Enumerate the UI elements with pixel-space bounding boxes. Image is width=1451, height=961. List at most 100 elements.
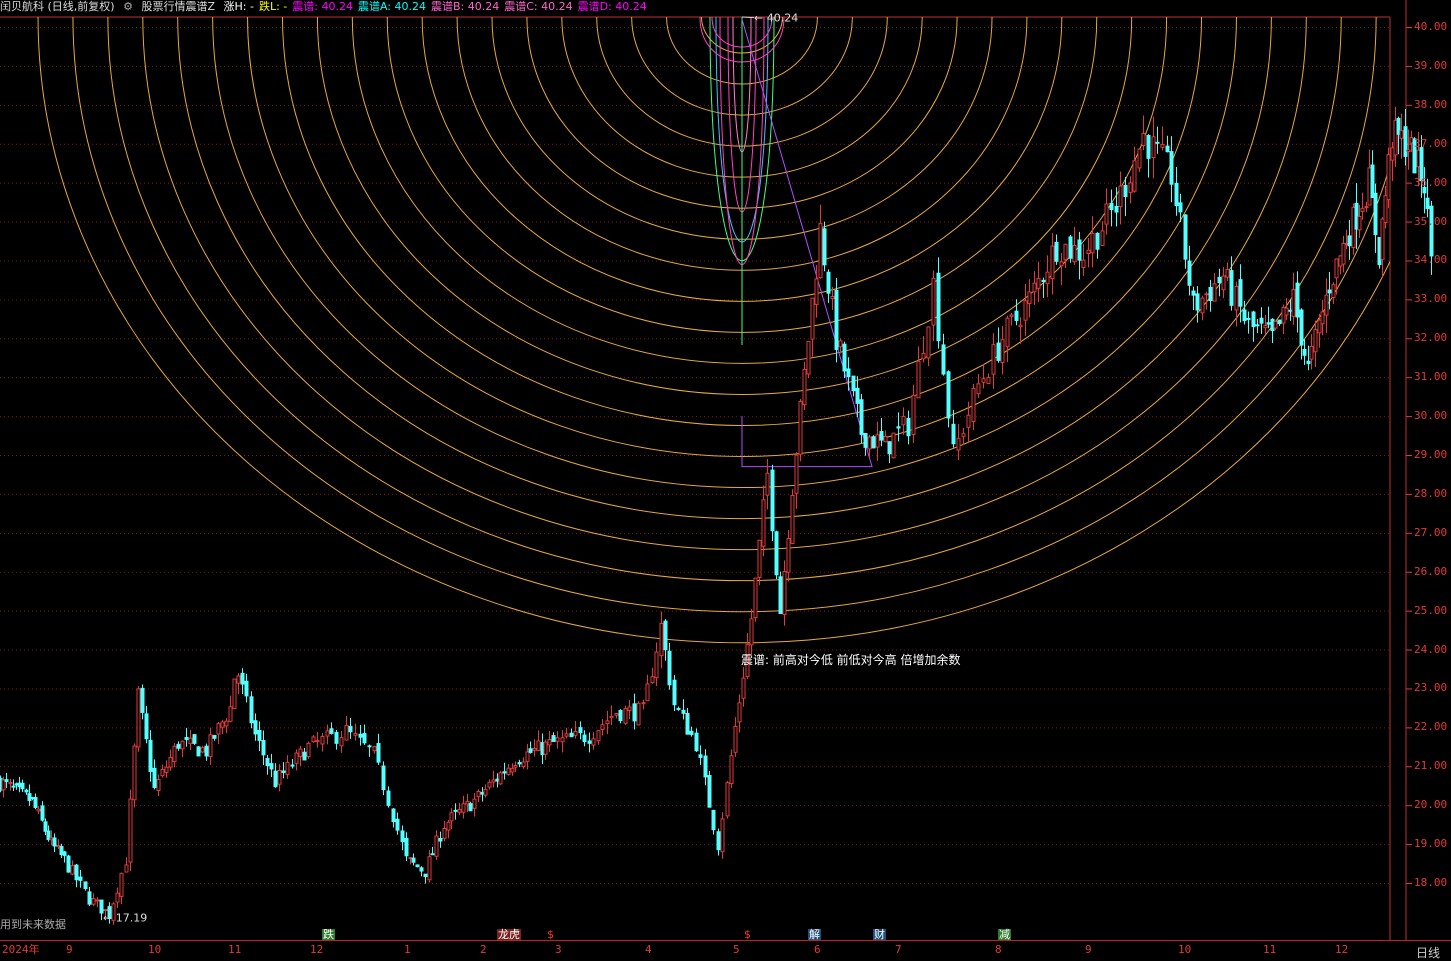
- candle-body: [244, 680, 249, 697]
- candle-body: [1277, 319, 1282, 325]
- candle-body: [1357, 215, 1362, 231]
- candle-body: [1174, 182, 1179, 207]
- candle-body: [564, 733, 569, 737]
- candle-body: [483, 788, 488, 796]
- period-label[interactable]: 日线: [1416, 944, 1440, 961]
- candle-body: [446, 821, 451, 831]
- candle-body: [1032, 282, 1037, 293]
- candle-body: [391, 808, 396, 823]
- candle-body: [43, 821, 48, 832]
- candle-body: [632, 703, 637, 722]
- candle-body: [672, 679, 677, 706]
- candle-body: [822, 228, 827, 266]
- candle-body: [1266, 322, 1271, 325]
- candle-body: [232, 678, 237, 710]
- candle-body: [1090, 233, 1095, 254]
- candle-body: [936, 272, 941, 342]
- candle-body: [1151, 136, 1156, 159]
- candle-body: [1204, 293, 1209, 296]
- candle-body: [851, 375, 856, 392]
- candle-body: [1327, 289, 1332, 294]
- candle-body: [623, 708, 628, 724]
- y-tick-label: 33.00: [1414, 292, 1448, 306]
- candle-body: [472, 798, 477, 809]
- x-tick-label: 3: [555, 943, 562, 956]
- candle-body: [654, 651, 659, 679]
- candle-body: [438, 837, 443, 842]
- y-tick-label: 37.00: [1414, 136, 1448, 150]
- candle-body: [659, 622, 664, 657]
- candle-body: [941, 344, 946, 375]
- candle-body: [883, 435, 888, 443]
- candle-body: [830, 296, 835, 300]
- candle-body: [838, 340, 843, 348]
- candle-body: [461, 803, 466, 813]
- candle-body: [1000, 339, 1005, 363]
- candle-body: [457, 809, 462, 813]
- candle-body: [1299, 309, 1304, 346]
- candle-body: [1341, 242, 1346, 265]
- candle-body: [981, 378, 986, 383]
- candle-body: [605, 720, 610, 725]
- y-tick-label: 40.00: [1414, 20, 1448, 33]
- candle-body: [786, 538, 791, 573]
- y-tick-label: 28.00: [1414, 486, 1448, 500]
- candle-body: [40, 805, 45, 821]
- low-price-label: ← 17.19: [103, 912, 147, 925]
- candle-body: [741, 677, 746, 699]
- candle-body: [921, 353, 926, 360]
- candle-body: [1251, 311, 1256, 327]
- y-tick-label: 32.00: [1414, 331, 1448, 345]
- x-tick-label: 6: [814, 943, 821, 956]
- candle-body: [1104, 203, 1109, 225]
- candle-body: [1123, 184, 1128, 198]
- candle-body: [753, 577, 758, 619]
- candle-body: [1195, 293, 1200, 311]
- candle-body: [83, 881, 88, 890]
- candle-body: [871, 436, 876, 449]
- price-chart[interactable]: ← 40.24 ← 17.19: [0, 0, 1451, 940]
- candle-body: [1364, 206, 1369, 209]
- candle-body: [87, 891, 92, 905]
- candle-body: [281, 770, 286, 773]
- candle-body: [569, 732, 574, 738]
- x-tick-label: 2024年: [2, 943, 40, 956]
- candle-body: [1320, 311, 1325, 325]
- candle-body: [348, 725, 353, 733]
- candle-body: [132, 745, 137, 801]
- candle-body: [790, 494, 795, 544]
- candle-body: [578, 727, 583, 734]
- candle-body: [716, 831, 721, 851]
- candle-body: [298, 748, 303, 757]
- candle-body: [156, 778, 161, 791]
- candle-body: [676, 707, 681, 710]
- x-tick-label: 4: [645, 943, 652, 956]
- candle-body: [956, 437, 961, 451]
- high-marker: [741, 16, 755, 19]
- candle-body: [1221, 275, 1226, 291]
- candle-body: [8, 781, 13, 785]
- candle-body: [257, 730, 262, 741]
- candle-body: [404, 837, 409, 857]
- candle-body: [521, 761, 526, 767]
- x-tick-label: 2: [480, 943, 487, 956]
- candle-body: [901, 415, 906, 426]
- candle-body: [1313, 329, 1318, 353]
- candle-body: [681, 709, 686, 714]
- candle-body: [798, 400, 803, 455]
- candle-body: [896, 426, 901, 429]
- candle-body: [582, 734, 587, 743]
- candle-body: [1309, 345, 1314, 360]
- candle-body: [1284, 307, 1289, 316]
- y-tick-label: 34.00: [1414, 253, 1448, 267]
- candle-body: [119, 872, 124, 897]
- candle-body: [1380, 218, 1385, 260]
- candle-body: [711, 809, 716, 831]
- candle-body: [311, 736, 316, 743]
- y-tick-label: 31.00: [1414, 370, 1448, 384]
- candle-body: [1165, 145, 1170, 153]
- candle-body: [859, 399, 864, 435]
- candle-body: [867, 436, 872, 450]
- candle-body: [168, 756, 173, 768]
- candle-body: [737, 702, 742, 723]
